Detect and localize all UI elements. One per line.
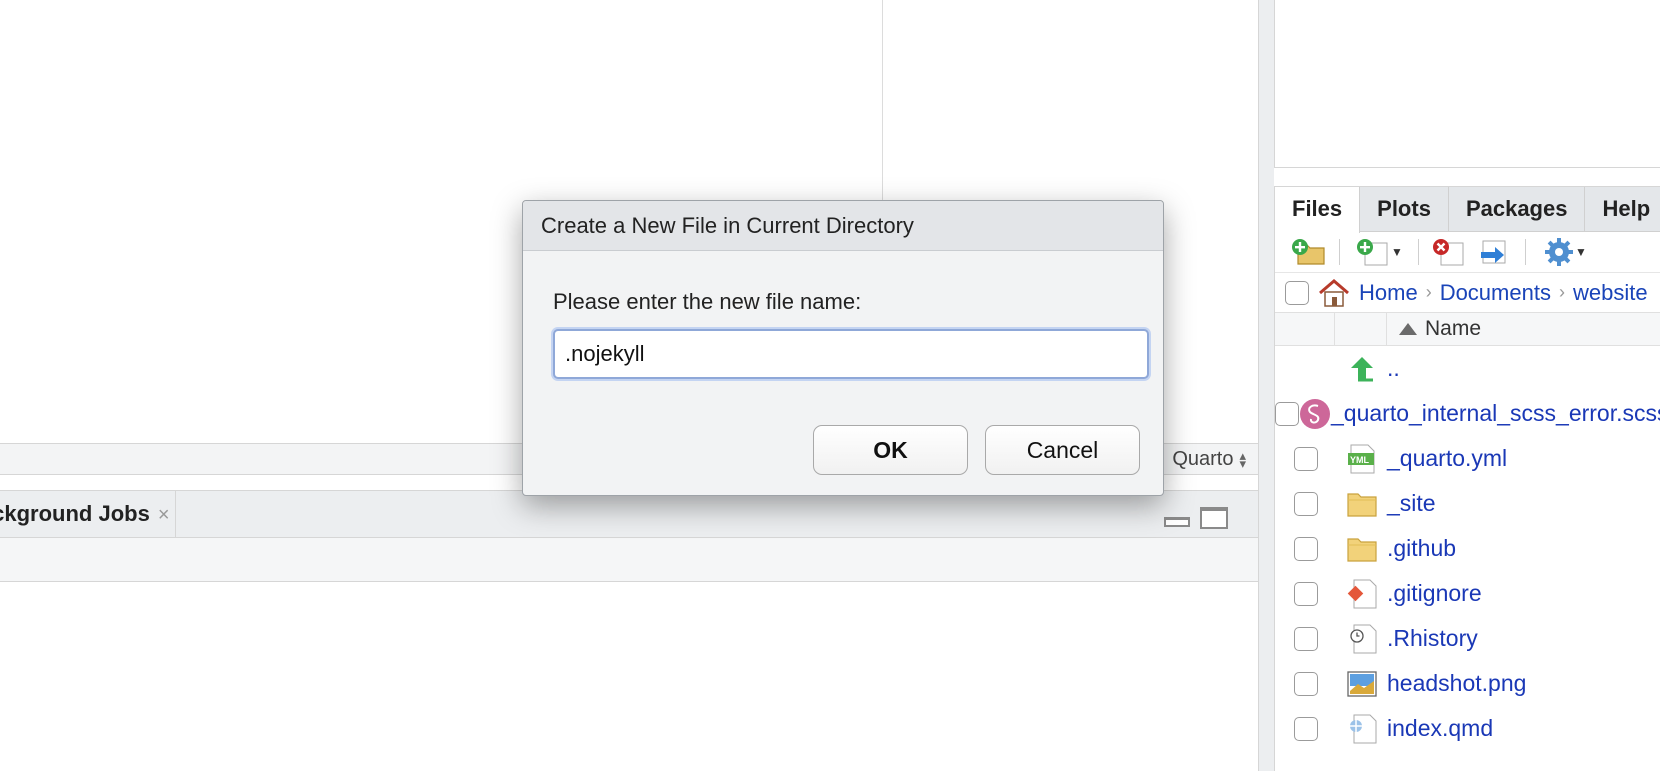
- file-checkbox[interactable]: [1294, 626, 1318, 651]
- minimize-pane-icon[interactable]: [1164, 517, 1190, 527]
- file-name[interactable]: index.qmd: [1387, 715, 1493, 742]
- toolbar-separator: [1418, 239, 1419, 265]
- file-list-header: Name: [1275, 312, 1660, 346]
- sort-ascending-icon: [1399, 323, 1417, 335]
- tab-background-jobs[interactable]: Background Jobs ×: [0, 491, 176, 537]
- chevron-down-icon[interactable]: ▼: [1391, 245, 1403, 259]
- folder-icon: [1347, 537, 1377, 562]
- delete-button[interactable]: [1429, 236, 1469, 268]
- tab-files[interactable]: Files: [1275, 187, 1361, 233]
- header-checkbox-column: [1275, 312, 1335, 346]
- console-tabs: Background Jobs ×: [0, 491, 1258, 538]
- list-item[interactable]: .Rhistory: [1275, 616, 1660, 661]
- list-item[interactable]: .gitignore: [1275, 571, 1660, 616]
- tab-plots[interactable]: Plots: [1360, 187, 1449, 232]
- list-item[interactable]: headshot.png: [1275, 661, 1660, 706]
- maximize-pane-icon[interactable]: [1200, 507, 1228, 529]
- file-name[interactable]: headshot.png: [1387, 670, 1526, 697]
- file-name[interactable]: .github: [1387, 535, 1456, 562]
- name-column-header[interactable]: Name: [1387, 317, 1481, 341]
- tab-background-jobs-label: Background Jobs: [0, 501, 150, 526]
- toolbar-separator: [1525, 239, 1526, 265]
- file-name[interactable]: .Rhistory: [1387, 625, 1478, 652]
- console-toolbar: [0, 538, 1258, 582]
- breadcrumb-website[interactable]: website: [1573, 280, 1648, 306]
- git-file-icon: [1347, 579, 1377, 608]
- breadcrumb-separator-icon: ›: [1425, 282, 1432, 302]
- history-file-icon: [1350, 624, 1377, 653]
- environment-pane: [1274, 0, 1660, 168]
- file-name[interactable]: _quarto.yml: [1387, 445, 1507, 472]
- toolbar-separator: [1339, 239, 1340, 265]
- select-all-checkbox[interactable]: [1285, 280, 1309, 305]
- new-folder-icon: [1292, 239, 1325, 265]
- pane-splitter[interactable]: [1258, 0, 1274, 771]
- quarto-file-icon: [1350, 714, 1377, 743]
- file-checkbox[interactable]: [1294, 716, 1318, 741]
- margin-line: [882, 0, 883, 200]
- console-pane: Background Jobs ×: [0, 490, 1258, 771]
- rename-button[interactable]: [1475, 236, 1515, 268]
- file-name[interactable]: ..: [1387, 355, 1400, 382]
- tab-packages[interactable]: Packages: [1449, 187, 1586, 232]
- new-folder-button[interactable]: [1289, 236, 1329, 268]
- list-item[interactable]: YML _quarto.yml: [1275, 436, 1660, 481]
- file-checkbox[interactable]: [1294, 536, 1318, 561]
- svg-text:YML: YML: [1350, 455, 1370, 465]
- file-name[interactable]: .gitignore: [1387, 580, 1482, 607]
- close-icon[interactable]: ×: [158, 504, 170, 526]
- updown-arrows-icon: ▴ ▾: [1239, 447, 1246, 471]
- header-icon-column: [1335, 312, 1387, 346]
- breadcrumb-separator-icon: ›: [1558, 282, 1565, 302]
- rename-icon: [1481, 240, 1506, 264]
- document-type-label: Quarto: [1172, 448, 1234, 470]
- file-name[interactable]: _site: [1387, 490, 1436, 517]
- files-pane: Files Plots Packages Help ▼ ▼ Home › Doc…: [1274, 186, 1660, 771]
- gear-icon: [1545, 238, 1574, 266]
- breadcrumb: Home › Documents › website: [1275, 272, 1660, 312]
- file-checkbox[interactable]: [1294, 671, 1318, 696]
- files-toolbar: ▼ ▼: [1275, 232, 1660, 272]
- folder-icon: [1347, 492, 1377, 517]
- tab-help[interactable]: Help: [1585, 187, 1660, 232]
- list-item[interactable]: ..: [1275, 346, 1660, 391]
- delete-icon: [1433, 239, 1464, 266]
- home-icon[interactable]: [1317, 278, 1351, 308]
- file-checkbox[interactable]: [1294, 581, 1318, 606]
- files-pane-tabs: Files Plots Packages Help: [1275, 187, 1660, 233]
- name-column-label: Name: [1425, 317, 1482, 340]
- new-blank-file-button[interactable]: ▼: [1350, 236, 1408, 268]
- ok-button[interactable]: OK: [813, 425, 968, 475]
- file-name-input[interactable]: [553, 329, 1149, 379]
- list-item[interactable]: _quarto_internal_scss_error.scss: [1275, 391, 1660, 436]
- list-item[interactable]: _site: [1275, 481, 1660, 526]
- sass-icon: [1300, 398, 1330, 429]
- file-list: .. _quarto_internal_scss_error.scss YML …: [1275, 346, 1660, 751]
- new-file-dialog: Create a New File in Current Directory P…: [522, 200, 1164, 496]
- chevron-down-icon[interactable]: ▼: [1575, 245, 1587, 259]
- cancel-button[interactable]: Cancel: [985, 425, 1140, 475]
- rstudio-window: Quarto ▴▾ Background Jobs × Files Plots P…: [0, 0, 1660, 771]
- list-item[interactable]: .github: [1275, 526, 1660, 571]
- pane-controls: [1164, 507, 1228, 529]
- new-file-icon: [1357, 239, 1388, 266]
- parent-directory-icon: [1351, 356, 1373, 381]
- breadcrumb-documents[interactable]: Documents: [1440, 280, 1551, 306]
- breadcrumb-home[interactable]: Home: [1359, 280, 1418, 306]
- yml-file-icon: YML: [1348, 444, 1375, 473]
- file-checkbox[interactable]: [1294, 446, 1318, 471]
- dialog-prompt: Please enter the new file name:: [553, 289, 862, 314]
- document-type-selector[interactable]: Quarto ▴ ▾: [1172, 448, 1246, 471]
- dialog-title: Create a New File in Current Directory: [523, 201, 1163, 251]
- file-checkbox[interactable]: [1275, 401, 1299, 426]
- image-file-icon: [1347, 670, 1377, 697]
- list-item[interactable]: index.qmd: [1275, 706, 1660, 751]
- more-button[interactable]: ▼: [1536, 236, 1594, 268]
- file-name[interactable]: _quarto_internal_scss_error.scss: [1331, 400, 1660, 427]
- file-checkbox[interactable]: [1294, 491, 1318, 516]
